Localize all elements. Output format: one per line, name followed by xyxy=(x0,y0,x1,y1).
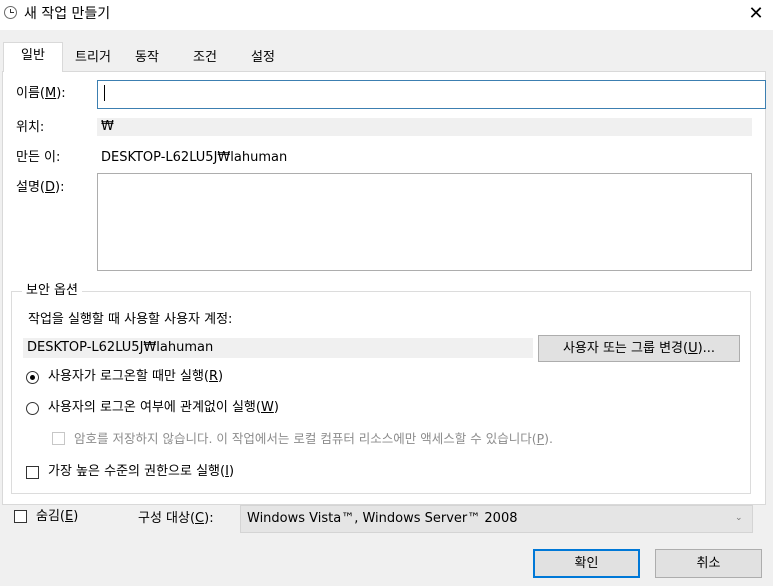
ok-button[interactable]: 확인 xyxy=(533,549,640,578)
run-logged-on-radio[interactable] xyxy=(26,371,39,384)
account-field: DESKTOP-L62LU5J₩lahuman xyxy=(23,338,533,358)
chevron-down-icon: ⌄ xyxy=(735,513,743,523)
clock-icon xyxy=(4,6,17,19)
location-field: ₩ xyxy=(97,118,752,136)
run-logged-on-label[interactable]: 사용자가 로그온할 때만 실행(R) xyxy=(48,368,223,386)
close-icon[interactable]: ✕ xyxy=(744,2,768,26)
name-label: 이름(M): xyxy=(16,86,66,101)
title-bar: 새 작업 만들기 ✕ xyxy=(0,0,773,30)
account-prompt: 작업을 실행할 때 사용할 사용자 계정: xyxy=(28,312,233,327)
configure-for-select[interactable]: Windows Vista™, Windows Server™ 2008 xyxy=(240,505,753,533)
location-label: 위치: xyxy=(16,120,45,135)
security-options-title: 보안 옵션 xyxy=(22,282,82,300)
tab-settings[interactable]: 설정 xyxy=(238,46,288,70)
cancel-button[interactable]: 취소 xyxy=(655,549,762,578)
run-whether-logged-radio[interactable] xyxy=(26,402,39,415)
run-whether-logged-label[interactable]: 사용자의 로그온 여부에 관계없이 실행(W) xyxy=(48,399,279,417)
location-value: ₩ xyxy=(101,119,114,134)
tab-triggers[interactable]: 트리거 xyxy=(64,46,122,70)
name-input[interactable] xyxy=(97,80,766,109)
highest-privileges-checkbox[interactable] xyxy=(26,466,39,479)
description-label: 설명(D): xyxy=(16,180,65,195)
text-caret xyxy=(104,85,105,101)
tab-actions[interactable]: 동작 xyxy=(122,46,172,70)
do-not-store-password-label[interactable]: 암호를 저장하지 않습니다. 이 작업에서는 로컬 컴퓨터 리소스에만 액세스할… xyxy=(74,430,553,448)
highest-privileges-label[interactable]: 가장 높은 수준의 권한으로 실행(I) xyxy=(48,463,234,481)
hidden-label[interactable]: 숨김(E) xyxy=(36,508,78,526)
tab-strip: 일반 트리거 동작 조건 설정 xyxy=(0,42,773,72)
description-textarea[interactable] xyxy=(97,173,752,271)
author-label: 만든 이: xyxy=(16,150,61,165)
tab-general[interactable]: 일반 xyxy=(3,42,63,72)
author-value: DESKTOP-L62LU5J₩lahuman xyxy=(101,150,288,165)
tab-conditions[interactable]: 조건 xyxy=(180,46,230,70)
change-user-button[interactable]: 사용자 또는 그룹 변경(U)... xyxy=(538,335,740,362)
configure-for-label: 구성 대상(C): xyxy=(138,511,214,526)
window-title: 새 작업 만들기 xyxy=(24,6,111,22)
hidden-checkbox[interactable] xyxy=(14,510,27,523)
do-not-store-password-checkbox[interactable] xyxy=(52,432,65,445)
